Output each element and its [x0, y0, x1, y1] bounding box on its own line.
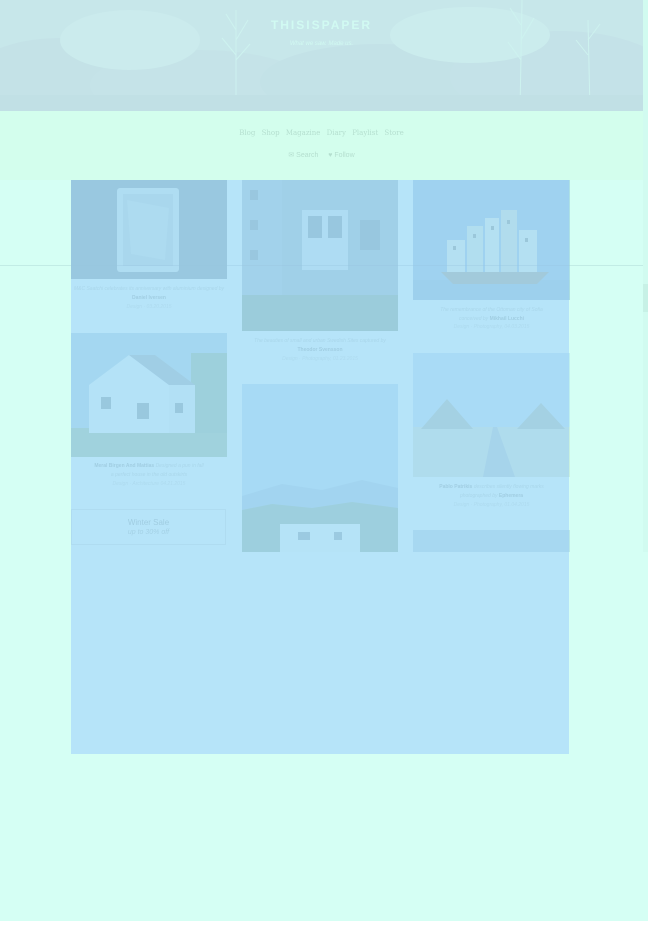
winter-trees-illustration — [0, 0, 643, 111]
post-image-next[interactable] — [413, 530, 570, 552]
post-meta-building: Design · Photography, 01.23.2015 — [282, 356, 358, 362]
post-meta-ship: Design · Photography, 04.03.2015 — [453, 324, 530, 330]
site-title[interactable]: THISISPAPER — [0, 18, 643, 32]
author-link[interactable]: Pablo Patrikis — [439, 484, 472, 490]
foil-frame-photo — [71, 180, 227, 279]
urban-building-photo — [242, 180, 398, 331]
nav-actions: ✉ Search ♥ Follow — [0, 151, 643, 159]
post-caption-foil: M&C Saatchi celebrates its anniversary w… — [73, 286, 225, 301]
sale-subtitle: up to 30% off — [127, 529, 170, 536]
author-link[interactable]: Meral Birgen And Mattias — [94, 463, 154, 469]
post-meta-house: Design · Architecture 04.21.2015 — [112, 481, 186, 487]
nav-link-blog[interactable]: Blog — [239, 129, 255, 137]
post-meta-pyramids: Design · Photography, 01.04.2015 — [453, 502, 530, 508]
search-button[interactable]: ✉ Search — [288, 152, 318, 159]
main-navigation — [0, 111, 643, 180]
post-caption-house: Meral Birgen And Mattias Designed a pun … — [94, 463, 204, 478]
sale-title: Winter Sale — [127, 518, 170, 527]
post-image-landscape[interactable] — [242, 384, 398, 552]
follow-button[interactable]: ♥ Follow — [328, 152, 354, 159]
pyramids-road-photo — [413, 353, 570, 477]
author-link[interactable]: Ephemera — [499, 493, 523, 499]
nav-links: Blog Shop Magazine Diary Playlist Store — [0, 129, 643, 137]
author-link[interactable]: Daniel Iversen — [132, 295, 166, 301]
nav-link-store[interactable]: Store — [384, 129, 403, 137]
model-ship-photo — [413, 180, 570, 300]
post-meta-foil: Design · 03.20.2015 — [126, 304, 172, 310]
hero-banner: THISISPAPER What we saw. Made us. — [0, 0, 643, 111]
nav-link-playlist[interactable]: Playlist — [352, 129, 378, 137]
nav-link-diary[interactable]: Diary — [327, 129, 346, 137]
post-caption-pyramids: Pablo Patrikis describes silently flowin… — [439, 484, 544, 499]
scrollbar-track[interactable] — [643, 0, 648, 552]
author-link[interactable]: Mikhail Lucchi — [490, 316, 524, 322]
post-image-building[interactable] — [242, 180, 398, 331]
post-image-pyramids[interactable] — [413, 353, 570, 477]
author-link[interactable]: Theodor Svensson — [297, 347, 342, 353]
winter-sale-banner[interactable]: Winter Sale up to 30% off — [71, 509, 226, 545]
site-tagline: What we saw. Made us. — [289, 41, 354, 47]
white-house-photo — [71, 333, 227, 457]
nav-link-shop[interactable]: Shop — [262, 129, 280, 137]
post-image-ship[interactable] — [413, 180, 570, 300]
post-caption-ship: The remembrance of the Ottoman city of S… — [440, 307, 543, 322]
post-image-house[interactable] — [71, 333, 227, 457]
hillside-landscape-photo — [242, 384, 398, 552]
post-grid: M&C Saatchi celebrates its anniversary w… — [0, 180, 643, 552]
page: THISISPAPER What we saw. Made us. Blog S… — [0, 0, 648, 928]
scrollbar-thumb[interactable] — [643, 284, 648, 312]
post-image-foil-frame[interactable] — [71, 180, 227, 279]
post-caption-building: The beauties of small and urban Swedish … — [254, 338, 386, 353]
bottom-strip — [0, 921, 648, 928]
nav-link-magazine[interactable]: Magazine — [286, 129, 321, 137]
